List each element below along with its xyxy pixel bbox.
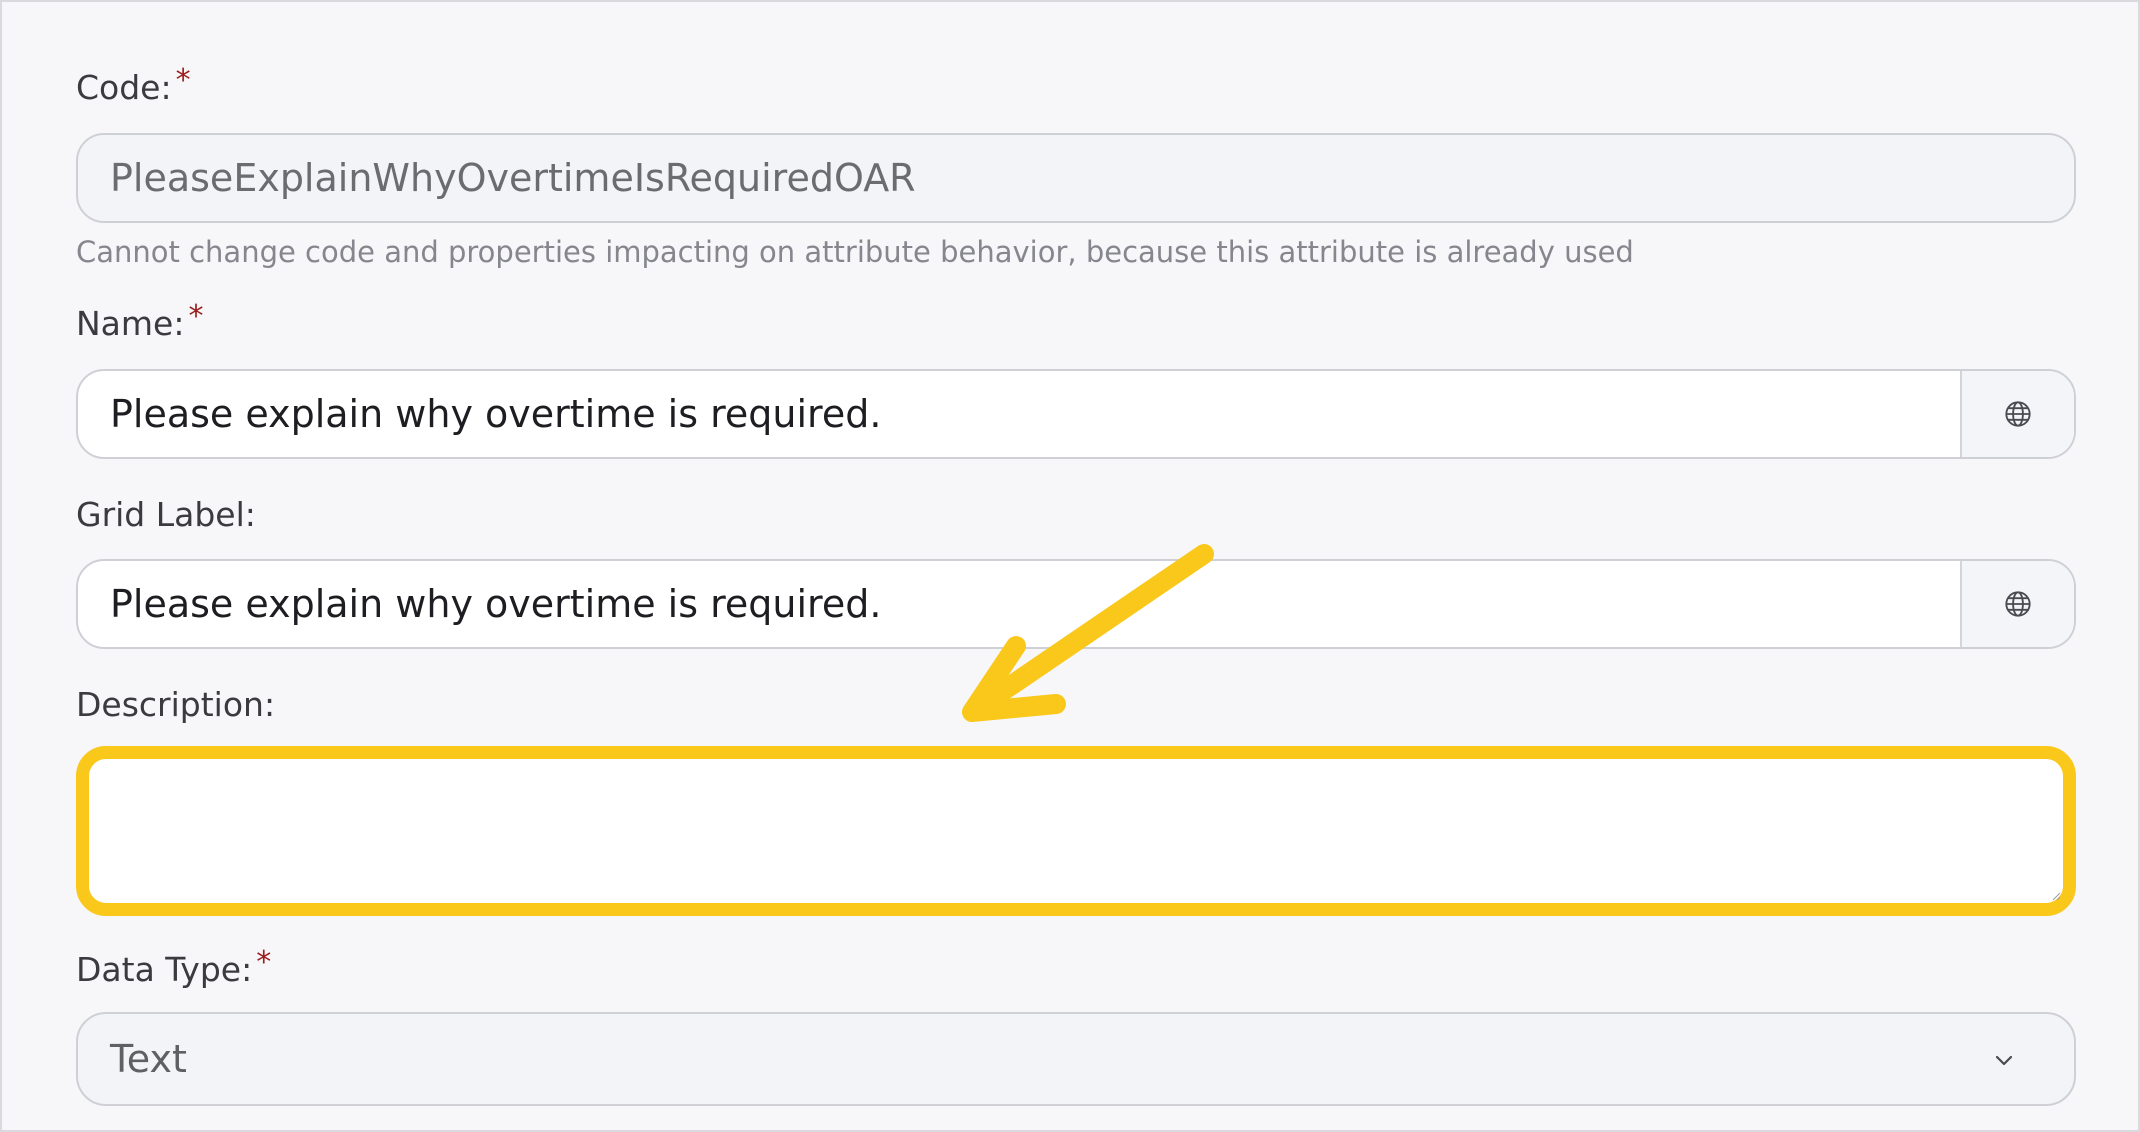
code-value: PleaseExplainWhyOvertimeIsRequiredOAR <box>110 156 916 200</box>
code-hint: Cannot change code and properties impact… <box>76 235 1634 269</box>
grid-label-label: Grid Label: <box>76 495 256 534</box>
name-field[interactable]: Please explain why overtime is required. <box>76 369 2076 459</box>
data-type-label: Data Type: * <box>76 945 272 989</box>
description-label: Description: <box>76 685 276 724</box>
globe-icon <box>2005 591 2031 617</box>
resize-handle-icon[interactable] <box>2051 891 2061 901</box>
form-panel: Code: * PleaseExplainWhyOvertimeIsRequire… <box>0 0 2140 1132</box>
name-value: Please explain why overtime is required. <box>110 392 882 436</box>
required-marker: * <box>256 945 272 980</box>
grid-label-translate-button[interactable] <box>1960 561 2074 647</box>
chevron-down-icon <box>1995 1055 2013 1066</box>
name-label: Name: * <box>76 299 204 343</box>
data-type-select[interactable]: Text <box>76 1012 2076 1106</box>
globe-icon <box>2005 401 2031 427</box>
data-type-value: Text <box>110 1037 187 1081</box>
required-marker: * <box>188 299 204 334</box>
arrow-icon <box>962 544 1214 722</box>
name-translate-button[interactable] <box>1960 371 2074 457</box>
code-field[interactable]: PleaseExplainWhyOvertimeIsRequiredOAR <box>76 133 2076 223</box>
description-textarea[interactable] <box>76 746 2076 916</box>
grid-label-value: Please explain why overtime is required. <box>110 582 882 626</box>
code-label: Code: * <box>76 63 191 107</box>
required-marker: * <box>175 63 191 98</box>
